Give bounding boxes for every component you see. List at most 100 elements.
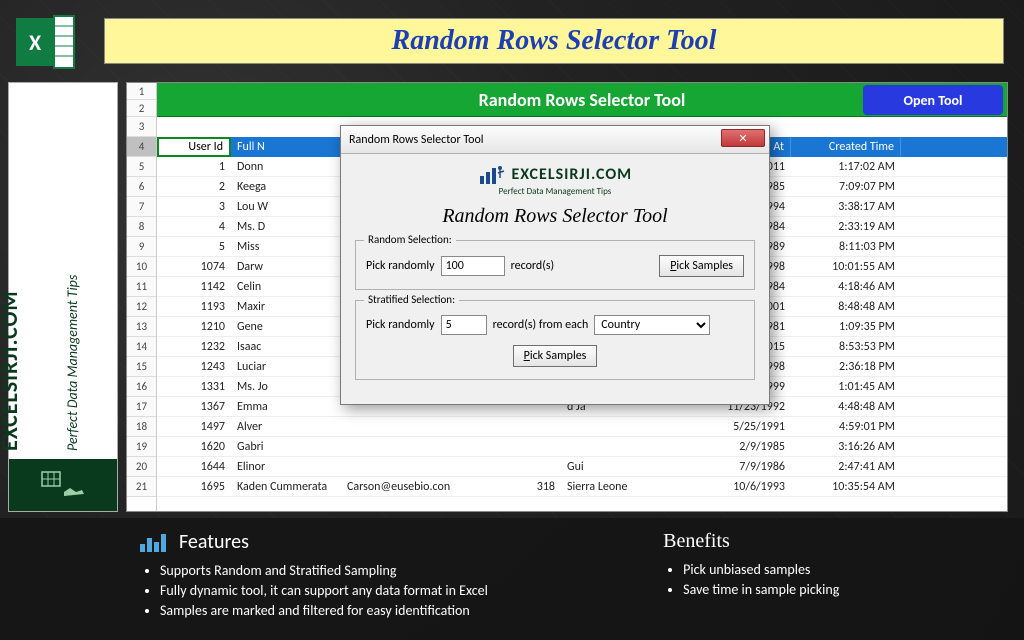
cell[interactable]: 3:38:17 AM [791, 197, 901, 216]
cell[interactable]: 1695 [157, 477, 231, 496]
table-row[interactable]: 1695Kaden CummerataCarson@eusebio.con318… [157, 477, 1007, 497]
row-header[interactable]: 11 [127, 277, 156, 297]
open-tool-button[interactable]: Open Tool [863, 85, 1003, 115]
row-header[interactable]: 6 [127, 177, 156, 197]
stratified-count-input[interactable] [441, 315, 487, 335]
stratified-pick-button[interactable]: Pick Samples [513, 345, 598, 367]
row-header[interactable]: 5 [127, 157, 156, 177]
cell[interactable]: Emma [231, 397, 341, 416]
row-header[interactable]: 19 [127, 437, 156, 457]
cell[interactable] [341, 457, 495, 476]
cell[interactable] [341, 437, 495, 456]
cell[interactable]: 1243 [157, 357, 231, 376]
row-header[interactable]: 14 [127, 337, 156, 357]
cell[interactable]: Elinor [231, 457, 341, 476]
cell[interactable]: Isaac [231, 337, 341, 356]
table-row[interactable]: 1620Gabri 2/9/19853:16:26 AM [157, 437, 1007, 457]
cell[interactable]: 1232 [157, 337, 231, 356]
table-row[interactable]: 1644Elinor Gui7/9/19862:47:41 AM [157, 457, 1007, 477]
cell[interactable]: 1 [157, 157, 231, 176]
col-header-fullname[interactable]: Full N [231, 137, 341, 157]
cell[interactable]: Celin [231, 277, 341, 296]
cell[interactable] [495, 437, 561, 456]
dialog-titlebar[interactable]: Random Rows Selector Tool ✕ [341, 126, 769, 154]
cell[interactable]: 7/9/1986 [681, 457, 791, 476]
cell[interactable]: Gene [231, 317, 341, 336]
row-header[interactable]: 20 [127, 457, 156, 477]
cell[interactable]: 8:53:53 PM [791, 337, 901, 356]
random-pick-button[interactable]: Pick Samples [659, 255, 744, 277]
cell[interactable]: 2:33:19 AM [791, 217, 901, 236]
cell[interactable]: 1367 [157, 397, 231, 416]
row-header[interactable]: 12 [127, 297, 156, 317]
cell[interactable]: 4 [157, 217, 231, 236]
cell[interactable]: 1:09:35 PM [791, 317, 901, 336]
cell[interactable]: Ms. Jo [231, 377, 341, 396]
cell[interactable]: 1644 [157, 457, 231, 476]
row-header[interactable]: 21 [127, 477, 156, 497]
close-icon[interactable]: ✕ [721, 129, 765, 147]
cell[interactable]: 318 [495, 477, 561, 496]
cell[interactable]: 8:48:48 AM [791, 297, 901, 316]
row-header[interactable]: 1 [127, 83, 156, 100]
cell[interactable]: 1210 [157, 317, 231, 336]
cell[interactable]: 2/9/1985 [681, 437, 791, 456]
cell[interactable]: 2:36:18 PM [791, 357, 901, 376]
row-header[interactable]: 18 [127, 417, 156, 437]
row-header[interactable]: 17 [127, 397, 156, 417]
cell[interactable]: Keega [231, 177, 341, 196]
cell[interactable] [341, 417, 495, 436]
cell[interactable]: 10:35:54 AM [791, 477, 901, 496]
row-header[interactable]: 15 [127, 357, 156, 377]
cell[interactable]: Gabri [231, 437, 341, 456]
cell[interactable]: 10/6/1993 [681, 477, 791, 496]
cell[interactable]: 1142 [157, 277, 231, 296]
row-header[interactable]: 3 [127, 117, 156, 137]
table-row[interactable]: 1497Alver 5/25/19914:59:01 PM [157, 417, 1007, 437]
random-count-input[interactable] [441, 256, 505, 276]
cell[interactable]: Donn [231, 157, 341, 176]
row-header[interactable]: 16 [127, 377, 156, 397]
cell[interactable]: 10:01:55 AM [791, 257, 901, 276]
cell[interactable]: 1620 [157, 437, 231, 456]
cell[interactable]: 8:11:03 PM [791, 237, 901, 256]
cell[interactable]: 5/25/1991 [681, 417, 791, 436]
cell[interactable]: Gui [561, 457, 681, 476]
cell[interactable]: 1331 [157, 377, 231, 396]
cell[interactable]: 1497 [157, 417, 231, 436]
row-header[interactable]: 10 [127, 257, 156, 277]
row-header[interactable]: 7 [127, 197, 156, 217]
cell[interactable] [561, 417, 681, 436]
cell[interactable]: 1074 [157, 257, 231, 276]
stratified-column-select[interactable]: Country [594, 315, 710, 335]
cell[interactable]: 1193 [157, 297, 231, 316]
cell[interactable]: Miss [231, 237, 341, 256]
cell[interactable]: Carson@eusebio.con [341, 477, 495, 496]
cell[interactable]: Maxir [231, 297, 341, 316]
col-header-created-time[interactable]: Created Time [791, 137, 901, 157]
cell[interactable]: 3 [157, 197, 231, 216]
cell[interactable]: 7:09:07 PM [791, 177, 901, 196]
cell[interactable]: 4:48:48 AM [791, 397, 901, 416]
row-header[interactable]: 2 [127, 100, 156, 117]
cell[interactable]: 4:59:01 PM [791, 417, 901, 436]
cell[interactable]: Lou W [231, 197, 341, 216]
cell[interactable]: 1:01:45 AM [791, 377, 901, 396]
cell[interactable]: 5 [157, 237, 231, 256]
cell[interactable]: Ms. D [231, 217, 341, 236]
cell[interactable]: 3:16:26 AM [791, 437, 901, 456]
cell[interactable]: 4:18:46 AM [791, 277, 901, 296]
row-header[interactable]: 4 [127, 137, 156, 157]
cell[interactable]: 2 [157, 177, 231, 196]
cell[interactable]: Kaden Cummerata [231, 477, 341, 496]
cell[interactable] [495, 417, 561, 436]
cell[interactable]: Darw [231, 257, 341, 276]
cell[interactable] [561, 437, 681, 456]
cell[interactable]: 1:17:02 AM [791, 157, 901, 176]
col-header-userid[interactable]: User Id [157, 137, 231, 157]
cell[interactable]: Alver [231, 417, 341, 436]
row-header[interactable]: 13 [127, 317, 156, 337]
cell[interactable] [495, 457, 561, 476]
cell[interactable]: Luciar [231, 357, 341, 376]
cell[interactable]: 2:47:41 AM [791, 457, 901, 476]
